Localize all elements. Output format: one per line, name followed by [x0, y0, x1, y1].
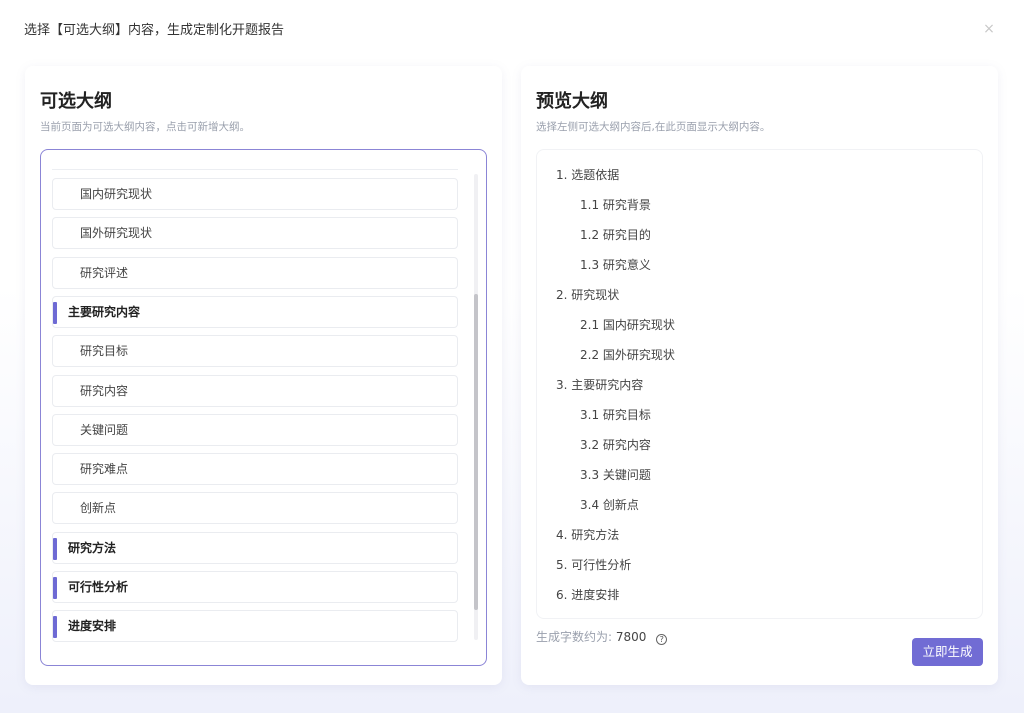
- outline-item-label: 可行性分析: [68, 580, 129, 594]
- outline-dialog: 选择【可选大纲】内容，生成定制化开题报告 × 可选大纲 当前页面为可选大纲内容，…: [0, 0, 1024, 713]
- word-count: 生成字数约为: 7800 ?: [536, 629, 668, 645]
- outline-section-item[interactable]: 进度安排: [52, 610, 458, 643]
- preview-section-item: 5. 可行性分析: [556, 558, 632, 572]
- outline-section-item[interactable]: 研究方法: [52, 531, 458, 564]
- outline-item-label: 研究内容: [80, 383, 129, 398]
- outline-subsection-item[interactable]: 关键问题: [52, 413, 458, 446]
- word-count-label: 生成字数约为:: [536, 630, 613, 644]
- preview-subsection-item: 3.4 创新点: [580, 498, 639, 512]
- outline-item-label: 研究目标: [80, 344, 129, 359]
- optional-outline-list-container[interactable]: 国内研究现状 国外研究现状 研究评述主要研究内容 研究目标研究内容关键问题研究难点创新…: [40, 149, 487, 666]
- preview-subsection-item: 1.3 研究意义: [580, 258, 651, 272]
- dialog-title: 选择【可选大纲】内容，生成定制化开题报告: [24, 23, 285, 38]
- preview-subsection-item: 1.1 研究背景: [580, 198, 651, 212]
- preview-section-item: 1. 选题依据: [556, 168, 620, 182]
- preview-section-item: 6. 进度安排: [556, 588, 620, 602]
- word-count-value: 7800: [615, 630, 647, 644]
- close-icon[interactable]: ×: [982, 22, 996, 36]
- outline-subsection-item[interactable]: 研究难点: [52, 453, 458, 486]
- section-marker: [53, 537, 57, 560]
- scrollbar[interactable]: [474, 174, 478, 640]
- optional-outline-title: 可选大纲: [40, 91, 112, 112]
- outline-item-label: 研究方法: [68, 540, 117, 555]
- outline-item-label: 国内研究现状: [80, 187, 153, 201]
- preview-subsection-item: 3.2 研究内容: [580, 438, 651, 452]
- help-icon[interactable]: ?: [656, 634, 668, 645]
- optional-outline-panel: 可选大纲 当前页面为可选大纲内容，点击可新增大纲。 国内研究现状 国外研究现状 研究…: [25, 66, 502, 685]
- outline-item-label: 进度安排: [68, 619, 117, 634]
- section-marker: [53, 577, 57, 599]
- outline-item-label: 研究评述: [80, 265, 129, 280]
- outline-item-label: 创新点: [80, 501, 117, 516]
- outline-subsection-item[interactable]: 创新点: [52, 492, 458, 525]
- outline-item-label: 主要研究内容: [68, 304, 141, 319]
- outline-subsection-item[interactable]: 国外研究现状: [52, 217, 458, 250]
- preview-outline-panel: 预览大纲 选择左侧可选大纲内容后,在此页面显示大纲内容。 1. 选题依据 1.1 …: [521, 66, 998, 685]
- section-marker: [53, 616, 57, 639]
- preview-subsection-item: 3.3 关键问题: [580, 468, 651, 482]
- outline-subsection-item[interactable]: 研究评述: [52, 256, 458, 289]
- outline-subsection-item[interactable]: 研究目标: [52, 335, 458, 368]
- outline-section-item[interactable]: 主要研究内容: [52, 295, 458, 328]
- preview-subsection-item: 2.1 国内研究现状: [580, 318, 675, 332]
- outline-item-label: 研究难点: [80, 462, 129, 477]
- outline-section-item[interactable]: 可行性分析: [52, 571, 458, 603]
- outline-item-label: 关键问题: [80, 422, 129, 437]
- preview-subsection-item: 3.1 研究目标: [580, 408, 651, 422]
- generate-now-button[interactable]: 立即生成: [912, 638, 983, 666]
- preview-subsection-item: 2.2 国外研究现状: [580, 348, 675, 362]
- preview-outline-title: 预览大纲: [536, 91, 608, 112]
- preview-outline-subtitle: 选择左侧可选大纲内容后,在此页面显示大纲内容。: [536, 121, 771, 133]
- outline-subsection-item[interactable]: 研究内容: [52, 374, 458, 407]
- outline-subsection-item[interactable]: 国内研究现状: [52, 178, 458, 210]
- preview-section-item: 4. 研究方法: [556, 528, 620, 542]
- optional-outline-subtitle: 当前页面为可选大纲内容，点击可新增大纲。: [40, 121, 250, 133]
- preview-subsection-item: 1.2 研究目的: [580, 228, 651, 242]
- section-marker: [53, 301, 57, 324]
- list-item-partial[interactable]: [52, 150, 458, 170]
- preview-section-item: 3. 主要研究内容: [556, 378, 644, 392]
- preview-outline-list: 1. 选题依据 1.1 研究背景 1.2 研究目的 1.3 研究意义 2. 研究现状 2.…: [536, 149, 983, 619]
- scrollbar-thumb[interactable]: [474, 294, 478, 610]
- preview-section-item: 2. 研究现状: [556, 288, 620, 302]
- outline-item-label: 国外研究现状: [80, 226, 153, 241]
